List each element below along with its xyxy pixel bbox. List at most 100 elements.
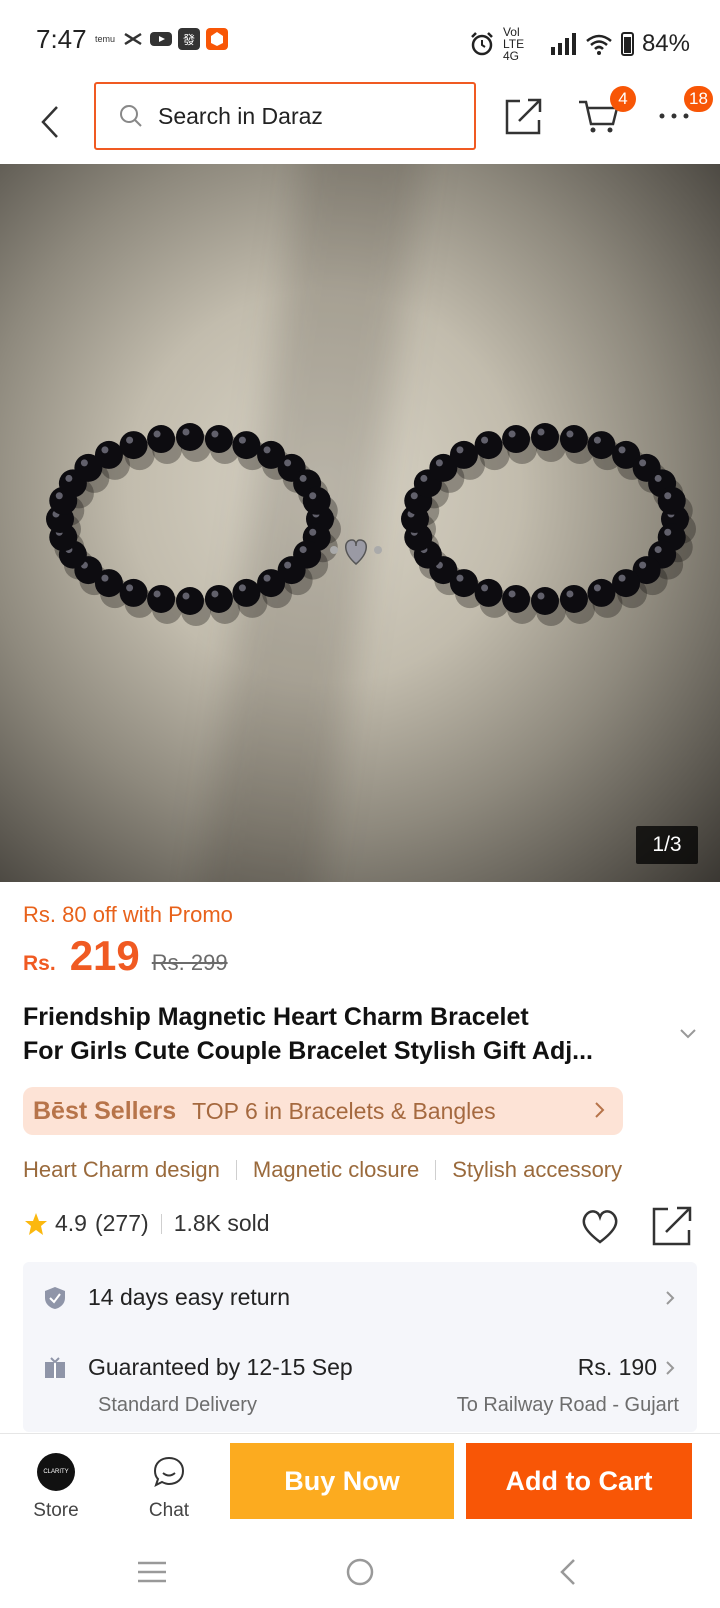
- star-icon: [25, 1212, 47, 1235]
- bead: [587, 431, 616, 460]
- bead: [474, 578, 503, 607]
- price-row: Rs. 219 Rs. 299: [23, 932, 228, 980]
- bead: [176, 587, 204, 615]
- bead: [302, 486, 331, 515]
- bead: [176, 423, 204, 451]
- share-icon[interactable]: [650, 1204, 694, 1248]
- product-image-gallery[interactable]: 1/3: [0, 164, 720, 882]
- buy-now-button[interactable]: Buy Now: [230, 1443, 454, 1519]
- product-title-line1: Friendship Magnetic Heart Charm Bracelet: [23, 1003, 529, 1031]
- chevron-down-icon[interactable]: [676, 1022, 700, 1046]
- store-button[interactable]: CLARITY Store: [16, 1452, 96, 1522]
- delivery-type: Standard Delivery: [98, 1394, 257, 1416]
- feature-tag: Heart Charm design: [23, 1157, 220, 1182]
- chevron-left-icon: [560, 1559, 575, 1585]
- youtube-icon: [150, 28, 172, 50]
- bead: [119, 431, 148, 460]
- bead: [94, 440, 123, 469]
- share-button[interactable]: [500, 92, 548, 140]
- home-button[interactable]: [336, 1548, 384, 1596]
- bead: [612, 569, 641, 598]
- feature-tag: Magnetic closure: [252, 1157, 420, 1182]
- product-title-line2: For Girls Cute Couple Bracelet Stylish G…: [23, 1037, 593, 1065]
- bottom-divider: [0, 1433, 720, 1434]
- bead: [474, 431, 503, 460]
- chevron-left-icon: [41, 106, 58, 138]
- status-bar: 7:47 temu 發 Vol LTE 4G 84%: [0, 0, 720, 80]
- system-status: Vol LTE 4G 84%: [469, 26, 690, 62]
- price-currency: Rs.: [23, 952, 56, 975]
- product-title[interactable]: Friendship Magnetic Heart Charm Bracelet…: [23, 1000, 663, 1068]
- system-back-button[interactable]: [544, 1548, 592, 1596]
- app-icon: 發: [178, 28, 200, 50]
- status-time: 7:47: [36, 24, 87, 54]
- chevron-right-icon: [666, 1291, 675, 1305]
- daraz-icon: [206, 28, 228, 50]
- return-policy-row[interactable]: 14 days easy return: [23, 1262, 697, 1334]
- best-sellers-rank: TOP 6 in Bracelets & Bangles: [192, 1097, 496, 1124]
- circle-home-icon: [346, 1558, 374, 1586]
- bead: [657, 486, 686, 515]
- chat-icon: [153, 1456, 185, 1487]
- price-current: 219: [69, 932, 140, 979]
- wifi-icon: [586, 34, 612, 55]
- feature-tag: Stylish accessory: [452, 1157, 623, 1182]
- delivery-destination: To Railway Road - Gujart: [456, 1394, 679, 1416]
- bead: [559, 584, 588, 613]
- temu-icon: temu: [94, 34, 115, 44]
- service-card: 14 days easy return Guaranteed by 12-15 …: [23, 1262, 697, 1432]
- more-count-badge: 18: [684, 86, 713, 112]
- add-to-cart-button[interactable]: Add to Cart: [466, 1443, 692, 1519]
- shield-icon: [45, 1287, 65, 1309]
- bead: [449, 440, 478, 469]
- delivery-row[interactable]: Guaranteed by 12-15 Sep Rs. 190 Standard…: [23, 1334, 697, 1432]
- bead: [531, 423, 559, 451]
- bead: [559, 425, 588, 454]
- chevron-right-icon: [595, 1102, 605, 1118]
- store-logo: CLARITY: [37, 1453, 75, 1491]
- recents-button[interactable]: [128, 1548, 176, 1596]
- more-button[interactable]: 18: [650, 86, 713, 140]
- rating-row[interactable]: 4.9 (277) 1.8K sold: [23, 1210, 270, 1237]
- bead: [232, 578, 261, 607]
- heart-charm: [330, 539, 382, 565]
- top-header: Search in Daraz 4 18: [0, 80, 720, 164]
- cart-count-badge: 4: [610, 86, 636, 112]
- menu-icon: [138, 1561, 166, 1583]
- product-image: [46, 423, 696, 626]
- bead: [204, 584, 233, 613]
- battery-level: 84%: [641, 30, 690, 57]
- bead: [147, 584, 176, 613]
- rating-count: (277): [94, 1210, 149, 1236]
- sold-count: 1.8K sold: [173, 1210, 270, 1236]
- store-label: Store: [33, 1500, 79, 1521]
- share-icon: [505, 98, 542, 135]
- rating-score: 4.9: [55, 1210, 87, 1236]
- bead: [147, 425, 176, 454]
- best-sellers-title: Bēst Sellers: [33, 1096, 177, 1125]
- gift-box-icon: [45, 1357, 65, 1378]
- search-input[interactable]: Search in Daraz: [94, 82, 476, 150]
- cart-button[interactable]: 4: [574, 86, 636, 140]
- chat-button[interactable]: Chat: [129, 1452, 209, 1522]
- bead: [531, 587, 559, 615]
- back-button[interactable]: [30, 94, 70, 150]
- image-counter: 1/3: [636, 826, 698, 864]
- alarm-icon: [471, 32, 493, 56]
- delivery-price: Rs. 190: [577, 1354, 657, 1380]
- bead: [119, 578, 148, 607]
- return-policy-text: 14 days easy return: [88, 1284, 291, 1310]
- system-nav-bar: [0, 1536, 720, 1608]
- search-placeholder: Search in Daraz: [158, 102, 323, 129]
- bead: [587, 578, 616, 607]
- bead: [257, 569, 286, 598]
- tiktok-icon: [122, 28, 144, 50]
- best-sellers-banner[interactable]: Bēst Sellers TOP 6 in Bracelets & Bangle…: [23, 1087, 623, 1135]
- notification-icons: temu 發: [94, 28, 228, 50]
- battery-icon: [620, 32, 634, 56]
- search-icon: [120, 105, 142, 127]
- wishlist-heart-icon[interactable]: [578, 1204, 622, 1248]
- promo-text[interactable]: Rs. 80 off with Promo: [23, 902, 233, 928]
- network-label: Vol LTE 4G: [502, 25, 525, 63]
- more-icon: [659, 113, 689, 119]
